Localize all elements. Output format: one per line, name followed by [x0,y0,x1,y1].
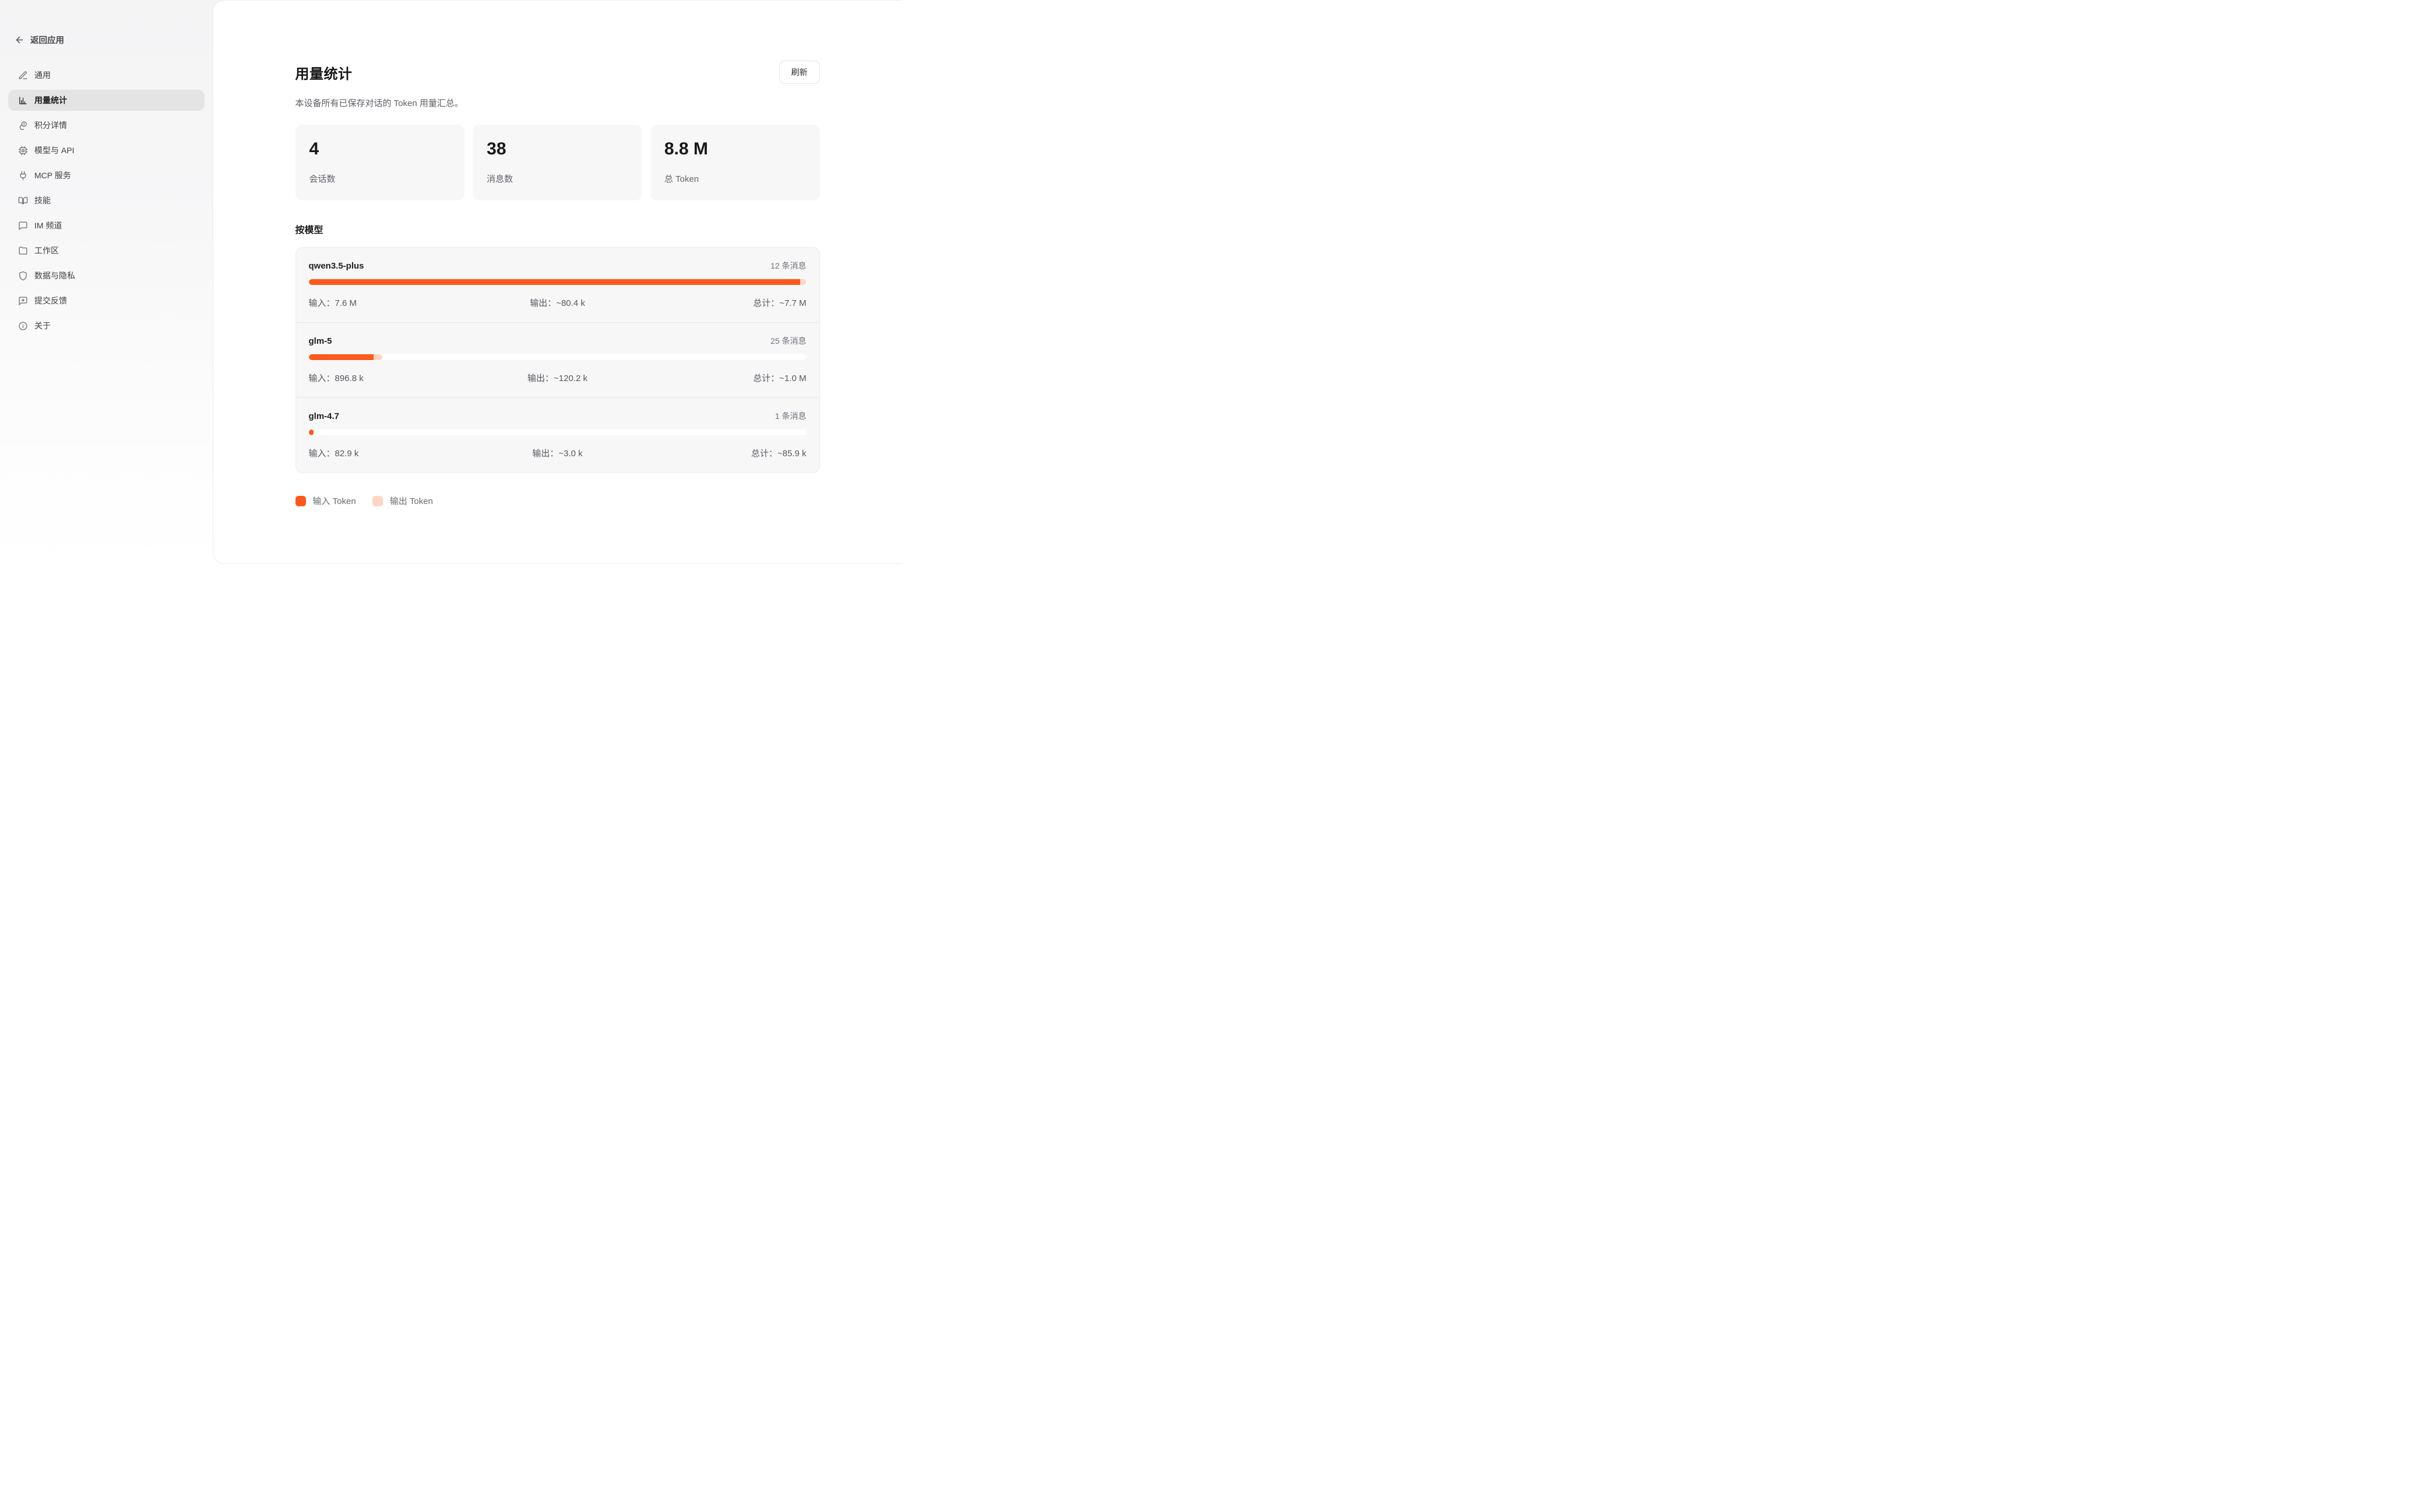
sidebar-item-label: IM 频道 [34,220,62,231]
sidebar-item-label: 用量统计 [34,94,67,106]
sidebar-item-data-privacy[interactable]: 数据与隐私 [8,265,205,286]
input-stat: 输入：7.6 M [309,297,475,309]
sidebar-item-label: 通用 [34,69,51,81]
sidebar-nav: 通用 用量统计 积分详情 模型与 API [8,65,205,336]
model-message-count: 12 条消息 [770,260,806,272]
sidebar-item-label: 提交反馈 [34,295,67,306]
sidebar: 返回应用 通用 用量统计 积分详情 [0,0,213,570]
chat-bubble-icon [18,221,28,231]
legend-label: 输出 Token [390,495,433,507]
output-stat: 输出：~3.0 k [474,447,640,459]
refresh-button[interactable]: 刷新 [779,61,820,84]
input-token-segment [309,354,374,360]
info-icon [18,321,28,331]
model-row-qwen35-plus: qwen3.5-plus 12 条消息 输入：7.6 M 输出：~80.4 k … [296,248,819,322]
model-name: qwen3.5-plus [309,261,364,271]
shield-icon [18,271,28,281]
model-name: glm-4.7 [309,411,340,421]
output-token-swatch [372,496,383,506]
back-label: 返回应用 [30,34,64,46]
sidebar-item-label: 积分详情 [34,119,67,131]
input-token-swatch [295,496,306,506]
sidebar-item-label: 关于 [34,320,51,332]
page-title: 用量统计 [295,62,353,83]
by-model-heading: 按模型 [295,222,820,236]
input-stat: 输入：82.9 k [309,447,475,459]
model-message-count: 1 条消息 [775,410,807,422]
input-token-segment [309,279,801,285]
output-stat: 输出：~120.2 k [474,372,640,384]
legend-item-input: 输入 Token [295,495,356,507]
arrow-left-icon [15,35,24,45]
model-row-glm-5: glm-5 25 条消息 输入：896.8 k 输出：~120.2 k 总计：~… [296,322,819,397]
legend-item-output: 输出 Token [372,495,433,507]
legend-label: 输入 Token [313,495,356,507]
model-usage-card: qwen3.5-plus 12 条消息 输入：7.6 M 输出：~80.4 k … [295,247,820,473]
sidebar-item-label: 数据与隐私 [34,270,75,281]
model-row-glm-47: glm-4.7 1 条消息 输入：82.9 k 输出：~3.0 k 总计：~85… [296,397,819,473]
sidebar-item-label: MCP 服务 [34,170,71,181]
total-stat: 总计：~7.7 M [640,297,807,309]
bar-chart-icon [18,96,28,105]
coins-icon [18,121,28,131]
sidebar-item-general[interactable]: 通用 [8,65,205,86]
model-message-count: 25 条消息 [770,335,806,347]
stat-card-sessions: 4 会话数 [295,125,465,200]
book-open-icon [18,196,28,206]
input-token-segment [309,429,314,435]
stat-label: 消息数 [487,172,628,185]
plug-icon [18,171,28,181]
total-stat: 总计：~1.0 M [640,372,807,384]
stat-label: 总 Token [664,172,806,185]
sidebar-item-label: 工作区 [34,245,59,256]
stat-value: 4 [309,139,451,159]
stat-value: 38 [487,139,628,159]
stat-card-messages: 38 消息数 [473,125,642,200]
sidebar-item-label: 技能 [34,195,51,206]
sidebar-item-mcp[interactable]: MCP 服务 [8,165,205,186]
sidebar-item-workspace[interactable]: 工作区 [8,240,205,261]
back-to-app-button[interactable]: 返回应用 [8,34,205,46]
output-token-segment [374,354,382,360]
settings-window: 返回应用 通用 用量统计 积分详情 [0,0,902,570]
folder-icon [18,246,28,256]
token-usage-bar [309,279,807,285]
sidebar-item-label: 模型与 API [34,144,74,156]
feedback-icon [18,296,28,306]
total-stat: 总计：~85.9 k [640,447,807,459]
sidebar-item-feedback[interactable]: 提交反馈 [8,290,205,311]
output-stat: 输出：~80.4 k [474,297,640,309]
output-token-segment [800,279,806,285]
stat-value: 8.8 M [664,139,806,159]
input-stat: 输入：896.8 k [309,372,475,384]
stat-label: 会话数 [309,172,451,185]
sidebar-item-credits[interactable]: 积分详情 [8,115,205,136]
sidebar-item-im-channels[interactable]: IM 频道 [8,215,205,236]
token-usage-bar [309,354,807,360]
sidebar-item-about[interactable]: 关于 [8,315,205,336]
sidebar-item-skills[interactable]: 技能 [8,190,205,211]
pencil-icon [18,71,28,80]
stats-row: 4 会话数 38 消息数 8.8 M 总 Token [295,125,820,200]
main-panel: 用量统计 刷新 本设备所有已保存对话的 Token 用量汇总。 4 会话数 38… [213,0,902,564]
sidebar-item-usage-stats[interactable]: 用量统计 [8,90,205,111]
model-name: glm-5 [309,336,332,346]
cpu-icon [18,146,28,156]
sidebar-item-models-api[interactable]: 模型与 API [8,140,205,161]
stat-card-total-tokens: 8.8 M 总 Token [650,125,820,200]
legend: 输入 Token 输出 Token [295,495,820,507]
page-description: 本设备所有已保存对话的 Token 用量汇总。 [295,97,820,109]
token-usage-bar [309,429,807,435]
